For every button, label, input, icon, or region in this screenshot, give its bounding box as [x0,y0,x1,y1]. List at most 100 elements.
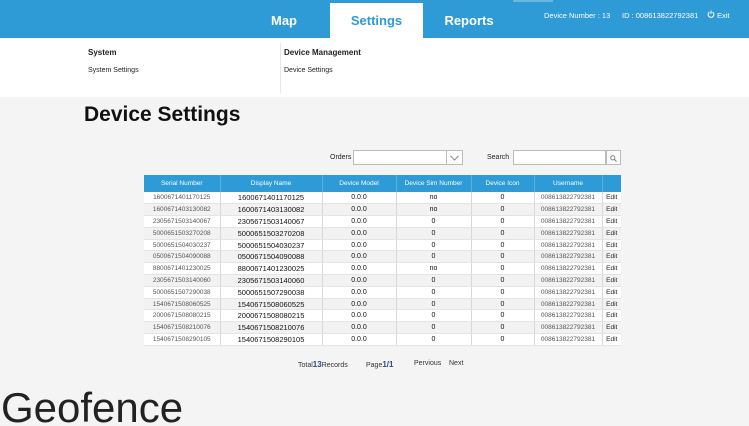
previous-page-link[interactable]: Pervious [414,360,441,367]
device-icon-cell: 0 [471,203,535,217]
display-name-cell: 0500671504090088 [220,250,323,264]
device-model-cell: 0.0.0 [322,309,397,323]
device-sim-cell: 0 [396,227,472,240]
device-model-cell: 0.0.0 [322,286,397,299]
display-name-cell: 1600671403130082 [220,203,323,217]
table-row[interactable]: 8800671401230025 8800671401230025 0.0.0 no 0… [144,262,621,276]
column-header-display-name[interactable]: Display Name [220,175,323,192]
search-input[interactable] [513,150,606,165]
device-sim-cell: 0 [396,333,472,346]
orders-dropdown[interactable] [353,150,463,165]
column-header-device-sim-number[interactable]: Device Sim Number [396,175,472,192]
total-count: 13 [312,360,322,369]
total-records: Total13Records [298,360,348,369]
column-header-username[interactable]: Username [534,175,603,192]
username-cell: 008613822792381 [534,286,603,299]
device-model-cell: 0.0.0 [322,298,397,311]
edit-link[interactable]: Edit [602,203,621,217]
edit-link[interactable]: Edit [602,333,621,346]
device-icon-cell: 0 [471,215,535,228]
username-cell: 008613822792381 [534,192,603,205]
edit-link[interactable]: Edit [602,215,621,228]
device-model-cell: 0.0.0 [322,239,397,252]
device-model-cell: 0.0.0 [322,215,397,228]
table-row[interactable]: 1540671508210076 1540671508210076 0.0.0 0 0 0… [144,321,621,335]
edit-link[interactable]: Edit [602,192,621,205]
page-value: 1/1 [382,360,394,369]
username-cell: 008613822792381 [534,203,603,217]
device-id-label: ID : 008613822792381 [622,11,699,20]
device-icon-cell: 0 [471,309,535,323]
table-row[interactable]: 1600671401170125 1600671401170125 0.0.0 no 0… [144,192,621,205]
tab-map[interactable]: Map [238,3,330,38]
column-header-serial-number[interactable]: Serial Number [144,175,221,192]
username-cell: 008613822792381 [534,262,603,276]
display-name-cell: 1600671401170125 [220,192,323,205]
system-settings-link[interactable]: System Settings [88,67,139,74]
submenu-divider [280,43,281,93]
column-header-device-model[interactable]: Device Model [322,175,397,192]
edit-link[interactable]: Edit [602,286,621,299]
table-row[interactable]: 1540671508060525 1540671508060525 0.0.0 0 0 0… [144,298,621,311]
device-model-cell: 0.0.0 [322,203,397,217]
edit-link[interactable]: Edit [602,262,621,276]
search-icon [610,149,617,167]
next-page-link[interactable]: Next [449,360,463,367]
device-sim-cell: 0 [396,321,472,335]
username-cell: 008613822792381 [534,227,603,240]
exit-button[interactable]: Exit [707,10,730,20]
username-cell: 008613822792381 [534,274,603,287]
table-row[interactable]: 5000651507290038 5000651507290038 0.0.0 0 0 0… [144,286,621,299]
device-icon-cell: 0 [471,286,535,299]
edit-link[interactable]: Edit [602,309,621,323]
device-sim-cell: 0 [396,250,472,264]
device-model-cell: 0.0.0 [322,192,397,205]
username-cell: 008613822792381 [534,250,603,264]
edit-link[interactable]: Edit [602,250,621,264]
username-cell: 008613822792381 [534,333,603,346]
edit-link[interactable]: Edit [602,227,621,240]
table-row[interactable]: 5000651504030237 5000651504030237 0.0.0 0 0 0… [144,239,621,252]
total-prefix: Total [298,362,313,369]
username-cell: 008613822792381 [534,321,603,335]
display-name-cell: 5000651504030237 [220,239,323,252]
table-row[interactable]: 1540671508290105 1540671508290105 0.0.0 0 0 0… [144,333,621,346]
device-icon-cell: 0 [471,262,535,276]
device-sim-cell: 0 [396,286,472,299]
table-row[interactable]: 1600671403130082 1600671403130082 0.0.0 no 0… [144,203,621,217]
device-icon-cell: 0 [471,192,535,205]
page-indicator: Page1/1 [366,360,393,369]
table-row[interactable]: 0500671504090088 0500671504090088 0.0.0 0 0 0… [144,250,621,264]
edit-link[interactable]: Edit [602,321,621,335]
display-name-cell: 2000671508080215 [220,309,323,323]
page-prefix: Page [366,362,383,369]
device-model-cell: 0.0.0 [322,274,397,287]
tab-settings[interactable]: Settings [330,3,423,38]
system-heading: System [88,48,117,57]
settings-submenu: System System Settings Device Management… [0,38,749,97]
search-button[interactable] [606,150,621,165]
device-sim-cell: 0 [396,274,472,287]
display-name-cell: 2305671503140067 [220,215,323,228]
table-row[interactable]: 2305671503140067 2305671503140067 0.0.0 0 0 0… [144,215,621,228]
serial-number-cell: 1540671508210076 [144,321,221,335]
power-icon [707,10,717,20]
device-settings-link[interactable]: Device Settings [284,67,333,74]
table-row[interactable]: 2000671508080215 2000671508080215 0.0.0 0 0 0… [144,309,621,323]
display-name-cell: 1540671508060525 [220,298,323,311]
device-model-cell: 0.0.0 [322,262,397,276]
column-header-actions [602,175,621,192]
serial-number-cell: 2305671503140060 [144,274,221,287]
serial-number-cell: 1540671508060525 [144,298,221,311]
edit-link[interactable]: Edit [602,298,621,311]
column-header-device-icon[interactable]: Device Icon [471,175,535,192]
page-title: Device Settings [84,103,241,126]
username-cell: 008613822792381 [534,309,603,323]
table-row[interactable]: 2305671503140060 2305671503140060 0.0.0 0 0 0… [144,274,621,287]
device-management-heading: Device Management [284,48,361,57]
edit-link[interactable]: Edit [602,274,621,287]
table-row[interactable]: 5000651503270208 5000651503270208 0.0.0 0 0 0… [144,227,621,240]
edit-link[interactable]: Edit [602,239,621,252]
device-icon-cell: 0 [471,298,535,311]
tab-reports[interactable]: Reports [423,3,515,38]
